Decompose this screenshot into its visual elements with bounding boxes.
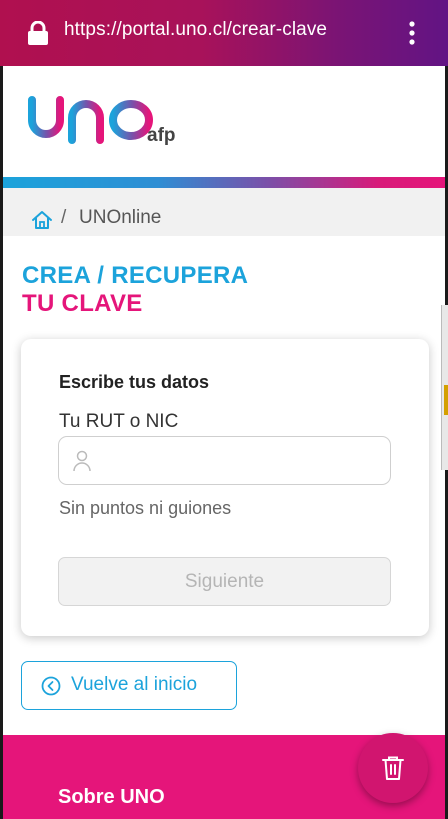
url-text[interactable]: https://portal.uno.cl/crear-clave (64, 19, 327, 41)
rut-hint: Sin puntos ni guiones (59, 498, 232, 518)
rut-input[interactable] (58, 436, 391, 485)
next-button[interactable]: Siguiente (58, 557, 391, 606)
browser-address-bar: https://portal.uno.cl/crear-clave (0, 0, 448, 66)
page-title-line1: CREA / RECUPERA (22, 262, 249, 289)
web-page: afp / UNOnline CREA / RECUPERA TU CLAVE … (3, 66, 445, 819)
side-edge-marker (444, 385, 448, 415)
back-to-home-button[interactable]: Vuelve al inicio (21, 661, 237, 710)
back-button-label: Vuelve al inicio (71, 674, 198, 695)
form-heading: Escribe tus datos (59, 372, 210, 392)
breadcrumb (3, 188, 445, 236)
page-title-line2: TU CLAVE (22, 290, 143, 317)
home-icon[interactable] (31, 209, 53, 231)
delete-fab-button[interactable] (358, 733, 428, 803)
brand-stripe (3, 177, 445, 188)
user-icon (73, 450, 91, 472)
breadcrumb-current: UNOnline (79, 207, 162, 228)
form-card: Escribe tus datos Tu RUT o NIC Sin punto… (21, 339, 429, 636)
trash-icon (382, 756, 404, 780)
breadcrumb-separator: / (61, 207, 67, 228)
lock-icon (28, 21, 48, 45)
kebab-menu-icon[interactable] (404, 20, 420, 46)
rut-label: Tu RUT o NIC (59, 411, 179, 432)
logo-suffix: afp (147, 125, 176, 146)
chevron-left-circle-icon (41, 676, 61, 696)
footer-title: Sobre UNO (58, 786, 165, 808)
